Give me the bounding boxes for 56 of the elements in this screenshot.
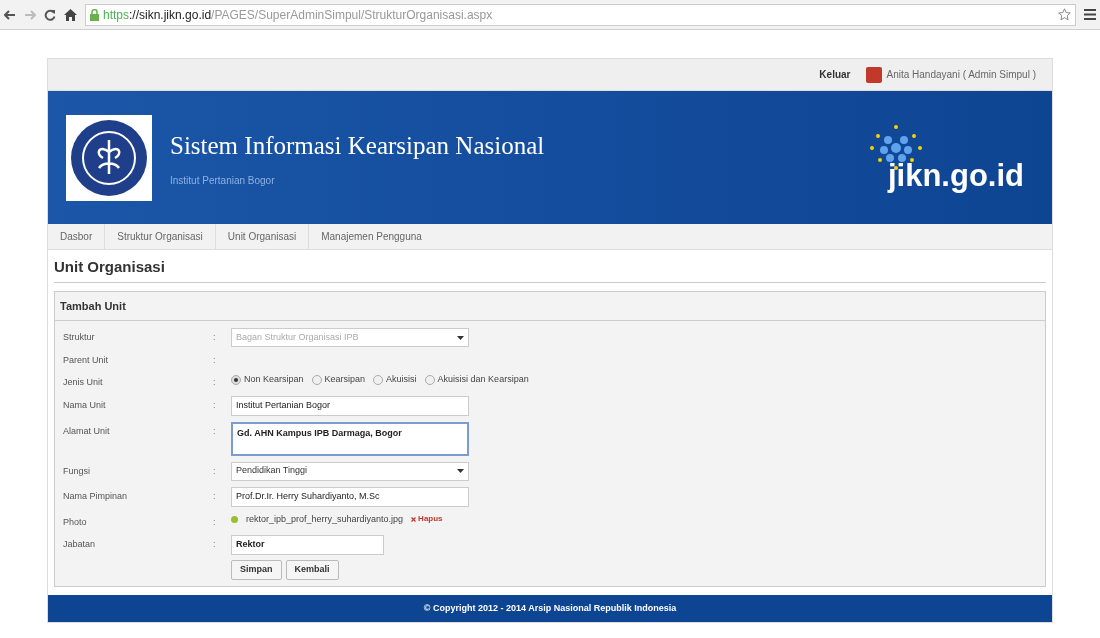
file-name: rektor_ipb_prof_herry_suhardiyanto.jpg (246, 512, 404, 526)
text-field[interactable]: Prof.Dr.Ir. Herry Suhardiyanto, M.Sc (231, 486, 469, 507)
brand-logo-text: jikn.go.id (887, 160, 1024, 191)
radio-option[interactable]: Akuisisi (373, 373, 417, 387)
field-label: Nama Unit (63, 398, 107, 412)
site-subtitle: Institut Pertanian Bogor (170, 173, 276, 188)
colon-text: : (213, 331, 217, 344)
avatar (866, 66, 883, 83)
form-button[interactable]: Simpan (231, 560, 282, 580)
delete-link[interactable]: Hapus (418, 513, 443, 526)
colon-text: : (213, 489, 217, 503)
colon-text: : (213, 515, 217, 529)
dropdown-caret-icon (457, 469, 464, 473)
text-area[interactable]: Gd. AHN Kampus IPB Darmaga, Bogor (231, 421, 469, 456)
colon-text: : (213, 538, 217, 551)
nav-tab[interactable]: Struktur Organisasi (105, 224, 216, 249)
url-text: https://sikn.jikn.go.id/PAGES/SuperAdminSimpul/StrukturOrganisasi.aspx (103, 6, 493, 24)
site-title: Sistem Informasi Kearsipan Nasional (170, 131, 545, 162)
radio-option[interactable]: Non Kearsipan (231, 373, 304, 387)
field-label: Photo (63, 515, 88, 529)
radio-option[interactable]: Kearsipan (311, 373, 366, 387)
menu-icon[interactable] (1084, 9, 1096, 20)
delete-icon[interactable] (411, 516, 417, 522)
form-title: Tambah Unit (55, 291, 1045, 321)
field-label: Parent Unit (63, 354, 110, 367)
nav-tab[interactable]: Unit Organisasi (215, 224, 310, 249)
dropdown: Bagan Struktur Organisasi IPB (231, 328, 469, 347)
form-button[interactable]: Kembali (285, 560, 339, 580)
colon-text: : (213, 354, 217, 367)
field-label: Fungsi (63, 464, 91, 478)
back-arrow-icon[interactable] (4, 9, 16, 20)
reload-icon[interactable] (44, 8, 56, 21)
nav-tab[interactable]: Manajemen Pengguna (309, 224, 434, 249)
text-field[interactable]: Rektor (231, 535, 384, 555)
user-name: Anita Handayani ( Admin Simpul ) (886, 68, 1036, 82)
field-label: Jabatan (63, 538, 97, 551)
bookmark-star-icon[interactable] (1058, 8, 1071, 21)
nav-tab[interactable]: Dasbor (48, 224, 106, 249)
lock-icon (90, 8, 99, 21)
field-label: Struktur (63, 331, 96, 344)
field-label: Jenis Unit (63, 376, 104, 389)
dropdown[interactable]: Pendidikan Tinggi (231, 461, 469, 481)
text-field[interactable]: Institut Pertanian Bogor (231, 395, 469, 416)
colon-text: : (213, 398, 217, 412)
logout-link[interactable]: Keluar (819, 67, 851, 82)
colon-text: : (213, 464, 217, 478)
address-bar[interactable]: https://sikn.jikn.go.id/PAGES/SuperAdminSimpul/StrukturOrganisasi.aspx (85, 3, 1076, 26)
footer-text: © Copyright 2012 - 2014 Arsip Nasional Republik Indonesia (48, 595, 1052, 622)
dropdown-caret-icon (457, 335, 464, 340)
colon-text: : (213, 376, 217, 389)
field-label: Alamat Unit (63, 424, 111, 438)
home-icon[interactable] (64, 8, 77, 21)
radio-option[interactable]: Akuisisi dan Kearsipan (424, 373, 529, 387)
page-title: Unit Organisasi (54, 256, 1046, 283)
colon-text: : (213, 424, 217, 438)
field-label: Nama Pimpinan (63, 489, 129, 503)
